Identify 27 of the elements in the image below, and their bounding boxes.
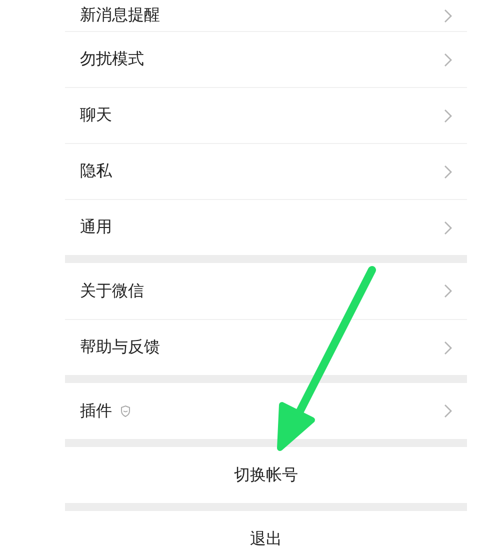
settings-row[interactable]: 插件 bbox=[65, 383, 467, 439]
settings-row[interactable]: 隐私 bbox=[65, 143, 467, 199]
row-label: 隐私 bbox=[80, 161, 112, 182]
row-label: 通用 bbox=[80, 217, 112, 238]
row-label: 新消息提醒 bbox=[80, 5, 160, 26]
chevron-icon bbox=[444, 220, 452, 234]
chevron-icon bbox=[444, 404, 452, 418]
chevron-icon bbox=[444, 8, 452, 22]
row-label: 帮助与反馈 bbox=[80, 337, 160, 358]
action-label: 切换帐号 bbox=[234, 464, 298, 486]
settings-row[interactable]: 关于微信 bbox=[65, 263, 467, 319]
chevron-icon bbox=[444, 164, 452, 178]
settings-row[interactable]: 新消息提醒 bbox=[65, 0, 467, 31]
shield-icon bbox=[120, 405, 131, 417]
action-row[interactable]: 切换帐号 bbox=[65, 447, 467, 503]
action-row[interactable]: 退出 bbox=[65, 511, 467, 550]
chevron-icon bbox=[444, 284, 452, 298]
row-label: 插件 bbox=[80, 400, 112, 422]
settings-row[interactable]: 聊天 bbox=[65, 87, 467, 143]
chevron-icon bbox=[444, 108, 452, 122]
row-label: 勿扰模式 bbox=[80, 49, 144, 70]
chevron-icon bbox=[444, 340, 452, 354]
row-label: 关于微信 bbox=[80, 280, 144, 302]
chevron-icon bbox=[444, 52, 452, 66]
row-label: 聊天 bbox=[80, 105, 112, 126]
action-label: 退出 bbox=[250, 528, 282, 550]
settings-row[interactable]: 勿扰模式 bbox=[65, 31, 467, 87]
